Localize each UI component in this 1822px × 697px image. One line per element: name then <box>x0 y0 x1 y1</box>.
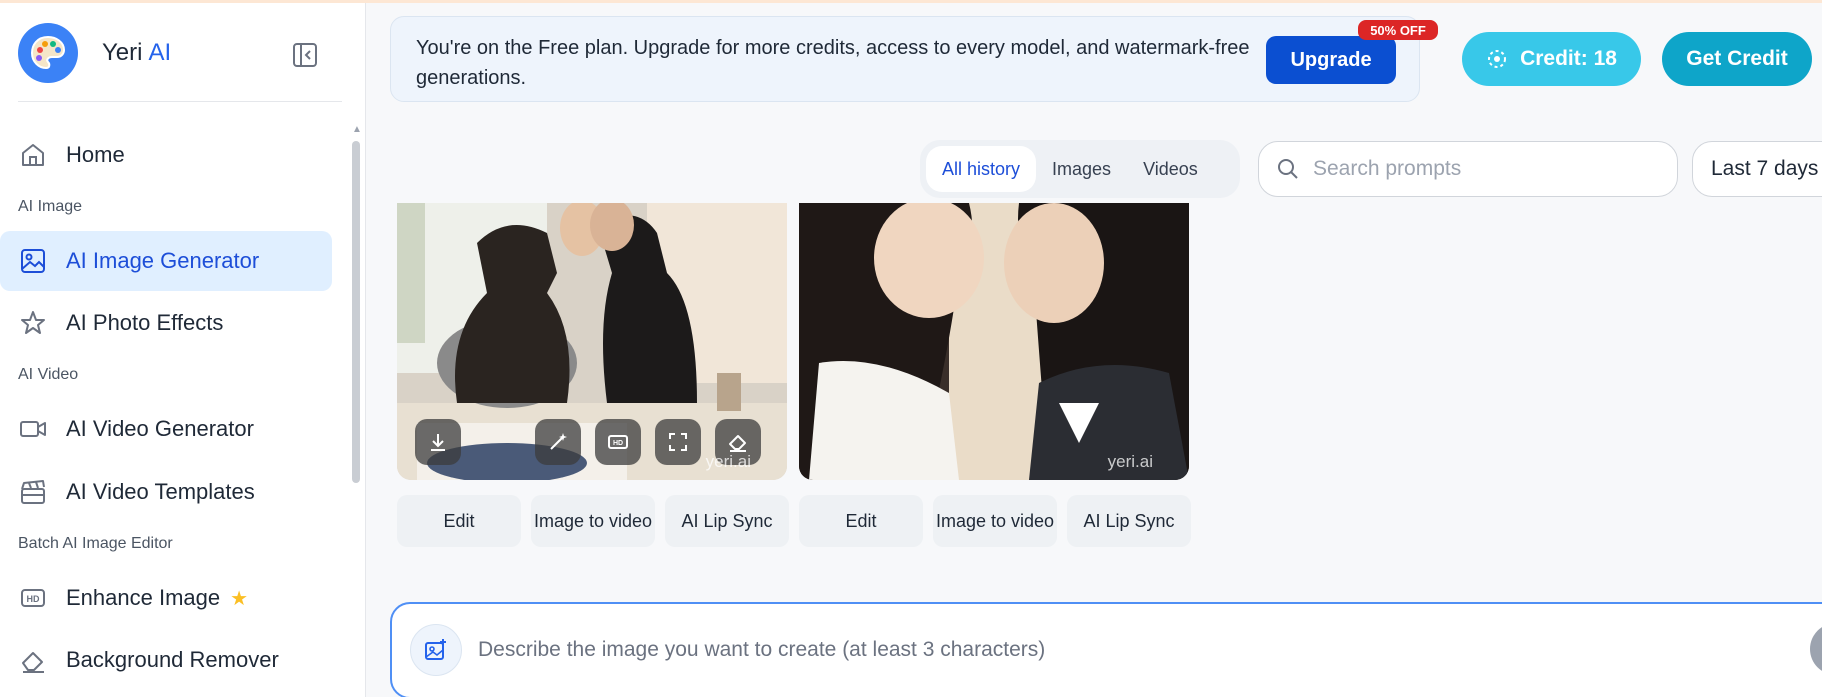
hd-icon: HD <box>18 583 48 613</box>
palette-logo-icon <box>18 23 78 83</box>
sidebar-item-ai-video-generator[interactable]: AI Video Generator <box>0 399 332 459</box>
sidebar-item-ai-video-templates[interactable]: AI Video Templates <box>0 462 332 522</box>
image-to-video-button[interactable]: Image to video <box>933 495 1057 547</box>
eraser-icon <box>729 435 746 452</box>
search-input[interactable] <box>1313 157 1643 181</box>
hd-icon: HD <box>608 435 628 449</box>
banner-text: You're on the Free plan. Upgrade for mor… <box>416 37 1250 89</box>
sidebar-item-label: AI Video Templates <box>66 479 255 504</box>
download-button[interactable] <box>415 419 461 465</box>
ai-lip-sync-button[interactable]: AI Lip Sync <box>1067 495 1191 547</box>
ai-lip-sync-button[interactable]: AI Lip Sync <box>665 495 789 547</box>
history-filter-tabs: All history Images Videos <box>920 140 1240 198</box>
svg-text:HD: HD <box>27 594 40 604</box>
watermark: yeri.ai <box>705 452 751 471</box>
sidebar-item-home[interactable]: Home <box>0 125 332 185</box>
brand[interactable]: Yeri AI <box>18 23 171 83</box>
magic-wand-icon <box>550 433 567 450</box>
image-add-icon <box>425 639 446 660</box>
add-reference-image-button[interactable] <box>410 624 462 676</box>
send-button[interactable] <box>1810 623 1822 675</box>
sidebar-item-enhance-image[interactable]: HD Enhance Image ★ <box>0 568 332 628</box>
sidebar-collapse-icon <box>293 43 317 67</box>
upgrade-button[interactable]: Upgrade <box>1266 36 1396 84</box>
sidebar-scrollbar[interactable] <box>352 141 360 483</box>
svg-text:HD: HD <box>613 440 623 447</box>
get-credit-button[interactable]: Get Credit <box>1662 32 1812 86</box>
section-label-ai-video: AI Video <box>18 366 79 383</box>
expand-button[interactable] <box>655 419 701 465</box>
divider <box>18 101 342 102</box>
magic-edit-button[interactable] <box>535 419 581 465</box>
credit-button[interactable]: Credit: 18 <box>1462 32 1641 86</box>
main-content: You're on the Free plan. Upgrade for mor… <box>366 3 1822 697</box>
star-icon <box>18 308 48 338</box>
premium-star-icon: ★ <box>230 587 249 610</box>
image-to-video-button[interactable]: Image to video <box>531 495 655 547</box>
upscale-hd-button[interactable]: HD <box>595 419 641 465</box>
gallery-card[interactable]: yeri.ai <box>799 203 1189 480</box>
sidebar-item-label: AI Video Generator <box>66 416 254 441</box>
home-icon <box>18 140 48 170</box>
collapse-sidebar-button[interactable] <box>290 40 320 70</box>
sidebar-item-label: Home <box>66 142 125 167</box>
edit-button[interactable]: Edit <box>799 495 923 547</box>
brand-name: Yeri AI <box>102 39 171 67</box>
upgrade-banner: You're on the Free plan. Upgrade for mor… <box>390 16 1438 102</box>
gallery-card[interactable]: HD yeri.ai <box>397 203 787 480</box>
watermark: yeri.ai <box>1107 452 1153 471</box>
search-box <box>1258 141 1678 197</box>
sidebar-item-label: AI Image Generator <box>66 248 260 273</box>
credit-label: Credit: 18 <box>1520 47 1617 70</box>
tab-videos[interactable]: Videos <box>1127 146 1214 192</box>
credit-icon <box>1486 48 1508 70</box>
sidebar-item-ai-photo-effects[interactable]: AI Photo Effects <box>0 293 332 353</box>
image-icon <box>18 246 48 276</box>
sidebar: Yeri AI ▲ Home AI Image AI Image Generato… <box>0 3 366 697</box>
tab-images[interactable]: Images <box>1036 146 1127 192</box>
expand-icon <box>669 433 687 451</box>
tab-all-history[interactable]: All history <box>926 146 1037 192</box>
sidebar-item-label: AI Photo Effects <box>66 310 224 335</box>
download-icon <box>431 434 445 451</box>
sidebar-item-background-remover[interactable]: Background Remover <box>0 630 332 690</box>
edit-button[interactable]: Edit <box>397 495 521 547</box>
sidebar-item-ai-image-generator[interactable]: AI Image Generator <box>0 231 332 291</box>
card-actions: Edit Image to video AI Lip Sync <box>799 495 1201 547</box>
sidebar-item-label: Enhance Image <box>66 585 221 610</box>
brand-name-accent: AI <box>148 39 172 66</box>
generated-image <box>799 203 1189 480</box>
prompt-composer <box>390 602 1822 697</box>
prompt-input[interactable] <box>478 630 1678 670</box>
sidebar-item-label: Background Remover <box>66 647 279 672</box>
video-camera-icon <box>18 414 48 444</box>
clapperboard-icon <box>18 477 48 507</box>
discount-badge: 50% OFF <box>1358 20 1438 40</box>
section-label-ai-image: AI Image <box>18 198 83 215</box>
section-label-batch-editor: Batch AI Image Editor <box>18 535 173 552</box>
eraser-icon <box>18 645 48 675</box>
scroll-up-arrow[interactable]: ▲ <box>352 125 362 135</box>
search-icon <box>1277 158 1299 180</box>
card-actions: Edit Image to video AI Lip Sync <box>397 495 799 547</box>
brand-name-text: Yeri <box>102 39 143 66</box>
date-range-select[interactable]: Last 7 days <box>1692 141 1822 197</box>
